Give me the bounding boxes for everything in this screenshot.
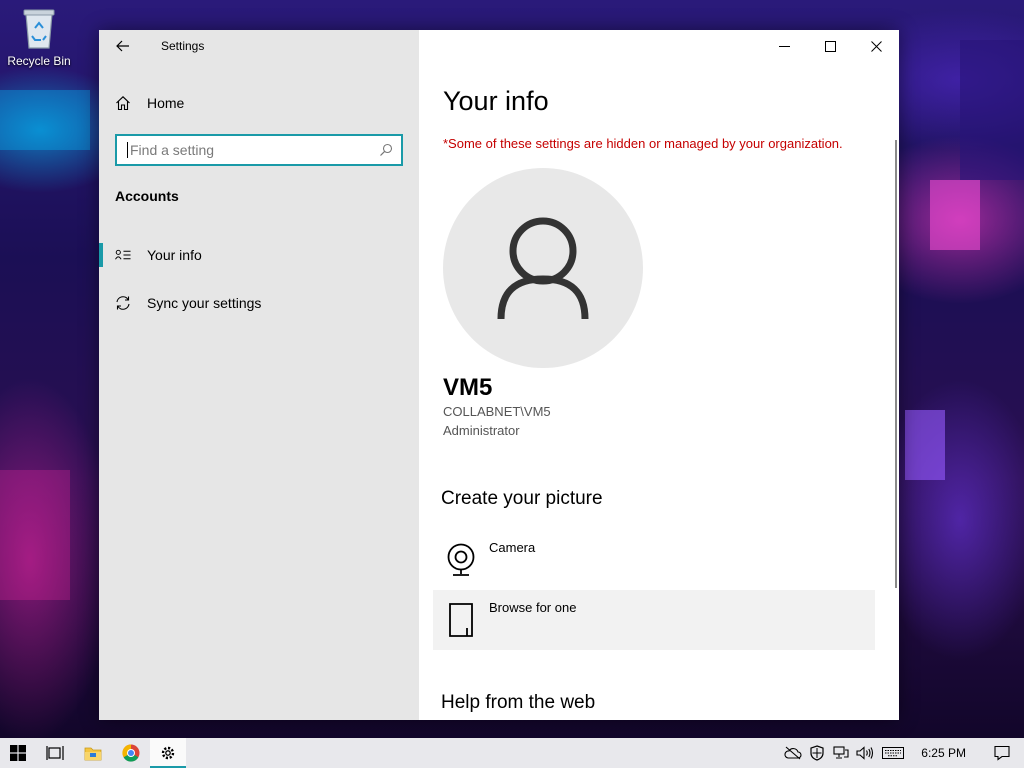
navigation-pane: Settings Home Accounts <box>99 30 419 720</box>
minimize-button[interactable] <box>761 30 807 62</box>
camera-option-label: Camera <box>489 540 536 555</box>
user-domain-account: COLLABNET\VM5 <box>443 404 551 419</box>
desktop-icon-label: Recycle Bin <box>7 54 71 68</box>
back-button[interactable] <box>99 30 147 62</box>
help-heading: Help from the web <box>441 692 596 713</box>
nav-item-label: Sync your settings <box>147 295 262 311</box>
close-icon <box>870 40 882 52</box>
action-center-button[interactable] <box>980 738 1024 768</box>
settings-window: Settings Home Accounts <box>99 30 899 720</box>
volume-tray-button[interactable] <box>853 738 877 768</box>
security-icon <box>810 745 824 761</box>
chrome-button[interactable] <box>112 738 150 768</box>
browse-option[interactable]: Browse for one <box>433 590 875 650</box>
scrollbar[interactable] <box>895 140 897 588</box>
settings-icon <box>161 746 175 760</box>
network-tray-button[interactable] <box>829 738 853 768</box>
user-name: VM5 <box>443 374 493 401</box>
volume-icon <box>856 746 874 760</box>
window-caption-buttons <box>761 30 899 62</box>
nav-home-label: Home <box>147 95 185 111</box>
sync-icon <box>115 295 131 311</box>
close-button[interactable] <box>853 30 899 62</box>
nav-item-your-info[interactable]: Your info <box>99 237 419 273</box>
system-tray: 6:25 PM <box>781 738 1024 768</box>
taskbar: 6:25 PM <box>0 738 1024 768</box>
title-bar: Settings <box>99 30 419 62</box>
maximize-icon <box>824 40 836 52</box>
search-input[interactable] <box>127 142 379 158</box>
avatar <box>443 168 643 368</box>
content-pane: Your info *Some of these settings are hi… <box>419 30 899 720</box>
app-title: Settings <box>161 39 205 53</box>
create-picture-heading: Create your picture <box>441 488 603 509</box>
start-button[interactable] <box>0 738 36 768</box>
nav-item-label: Your info <box>147 247 202 263</box>
start-icon <box>10 745 26 761</box>
user-placeholder-icon <box>497 217 589 320</box>
browse-option-label: Browse for one <box>489 600 577 615</box>
organization-notice: *Some of these settings are hidden or ma… <box>443 136 843 151</box>
desktop-icon-recycle-bin[interactable]: Recycle Bin <box>6 6 72 76</box>
search-icon[interactable] <box>379 143 393 157</box>
onedrive-offline-icon <box>784 746 802 760</box>
camera-option[interactable]: Camera <box>433 530 875 590</box>
keyboard-tray-button[interactable] <box>877 738 909 768</box>
contact-card-icon <box>115 247 131 263</box>
minimize-icon <box>778 45 790 47</box>
task-view-button[interactable] <box>36 738 74 768</box>
clock[interactable]: 6:25 PM <box>909 746 980 760</box>
security-tray-button[interactable] <box>805 738 829 768</box>
maximize-button[interactable] <box>807 30 853 62</box>
settings-taskbar-button[interactable] <box>150 738 186 768</box>
file-explorer-icon <box>84 747 102 761</box>
nav-home[interactable]: Home <box>99 88 419 118</box>
file-explorer-button[interactable] <box>74 738 112 768</box>
task-view-icon <box>46 746 64 760</box>
chrome-icon <box>122 744 140 762</box>
recycle-bin-icon <box>23 9 55 49</box>
nav-section-heading: Accounts <box>115 188 179 204</box>
nav-item-sync-settings[interactable]: Sync your settings <box>99 285 419 321</box>
back-arrow-icon <box>116 40 129 52</box>
webcam-icon <box>445 540 477 580</box>
page-title: Your info <box>443 86 549 116</box>
user-role: Administrator <box>443 423 520 438</box>
network-icon <box>833 746 849 759</box>
home-icon <box>115 95 131 111</box>
onedrive-tray-button[interactable] <box>781 738 805 768</box>
file-icon <box>445 600 477 640</box>
notification-icon <box>994 745 1010 761</box>
search-box[interactable] <box>115 134 403 166</box>
keyboard-icon <box>882 747 905 759</box>
